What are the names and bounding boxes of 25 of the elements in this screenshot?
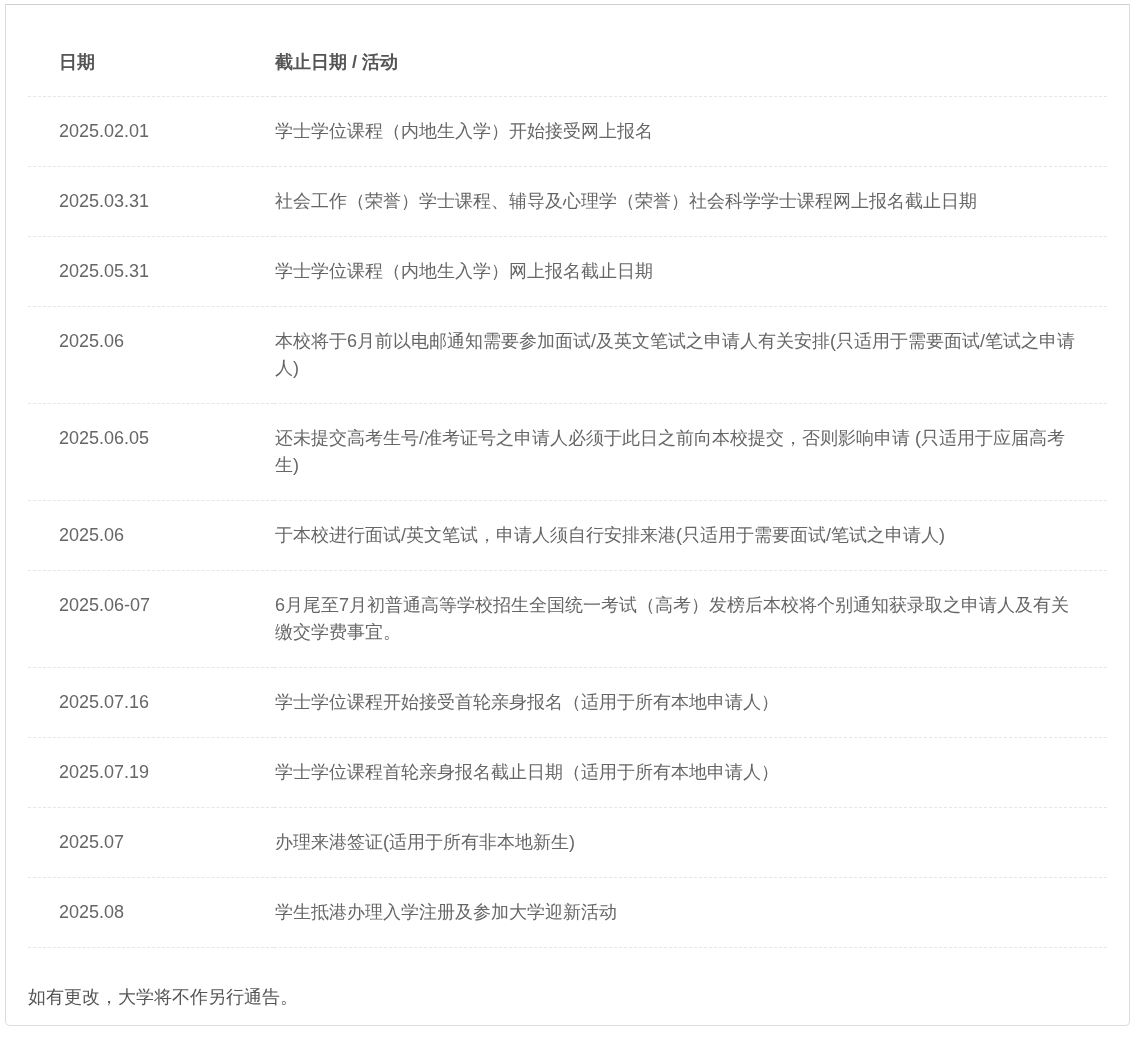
date-cell: 2025.07.19 <box>28 737 274 808</box>
notice-text: 如有更改，大学将不作另行通告。 <box>28 986 299 1009</box>
date-cell: 2025.06 <box>28 306 274 404</box>
activity-cell: 学士学位课程（内地生入学）开始接受网上报名 <box>274 96 1107 167</box>
activity-cell: 学生抵港办理入学注册及参加大学迎新活动 <box>274 877 1107 948</box>
activity-cell: 还未提交高考生号/准考证号之申请人必须于此日之前向本校提交，否则影响申请 (只适用于应届高考生) <box>274 403 1107 501</box>
activity-cell: 办理来港签证(适用于所有非本地新生) <box>274 807 1107 878</box>
activity-cell: 学士学位课程首轮亲身报名截止日期（适用于所有本地申请人） <box>274 737 1107 808</box>
date-cell: 2025.05.31 <box>28 236 274 307</box>
activity-cell: 6月尾至7月初普通高等学校招生全国统一考试（高考）发榜后本校将个别通知获录取之申请人及有关缴交学费事宜。 <box>274 570 1107 668</box>
date-cell: 2025.06-07 <box>28 570 274 668</box>
date-cell: 2025.06.05 <box>28 403 274 501</box>
activity-cell: 本校将于6月前以电邮通知需要参加面试/及英文笔试之申请人有关安排(只适用于需要面试/笔试之申请人) <box>274 306 1107 404</box>
activity-cell: 学士学位课程（内地生入学）网上报名截止日期 <box>274 236 1107 307</box>
column-header: 截止日期 / 活动 <box>274 30 1107 97</box>
date-cell: 2025.02.01 <box>28 96 274 167</box>
date-cell: 2025.08 <box>28 877 274 948</box>
date-cell: 2025.03.31 <box>28 166 274 237</box>
date-cell: 2025.06 <box>28 500 274 571</box>
activity-cell: 学士学位课程开始接受首轮亲身报名（适用于所有本地申请人） <box>274 667 1107 738</box>
column-header: 日期 <box>28 30 274 97</box>
date-cell: 2025.07.16 <box>28 667 274 738</box>
activity-cell: 社会工作（荣誉）学士课程、辅导及心理学（荣誉）社会科学学士课程网上报名截止日期 <box>274 166 1107 237</box>
activity-cell: 于本校进行面试/英文笔试，申请人须自行安排来港(只适用于需要面试/笔试之申请人) <box>274 500 1107 571</box>
date-cell: 2025.07 <box>28 807 274 878</box>
